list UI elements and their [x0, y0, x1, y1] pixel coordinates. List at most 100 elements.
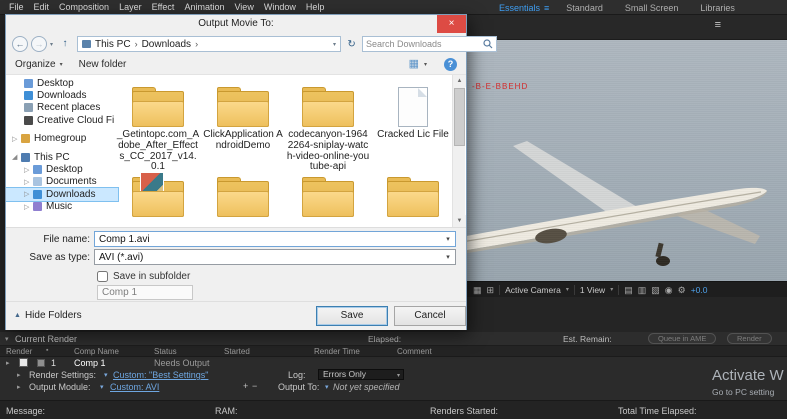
file-name-input[interactable] — [95, 233, 441, 245]
expand-triangle-icon[interactable]: ▸ — [17, 371, 21, 379]
workspace-menu-icon[interactable]: ≡ — [544, 3, 555, 13]
column-started[interactable]: Started — [224, 347, 250, 356]
tree-item-creative-cloud[interactable]: Creative Cloud Fi — [6, 114, 118, 126]
breadcrumb-chevron-icon[interactable]: › — [195, 39, 198, 49]
tree-item-desktop-pc[interactable]: ▷ Desktop — [6, 163, 118, 175]
fast-preview-icon[interactable]: ▥ — [638, 285, 647, 295]
output-to-link[interactable]: Not yet specified — [333, 382, 400, 392]
menu-effect[interactable]: Effect — [147, 2, 180, 12]
save-as-type-dropdown[interactable]: AVI (*.avi) ▾ — [94, 249, 456, 265]
tree-item-homegroup[interactable]: ▷ Homegroup — [6, 133, 118, 145]
file-item-cracked-lic[interactable]: Cracked Lic File — [371, 81, 455, 141]
chevron-down-icon[interactable]: ▾ — [424, 61, 427, 68]
tree-item-this-pc[interactable]: ◢ This PC — [6, 151, 118, 163]
search-input[interactable] — [366, 39, 484, 49]
hide-folders-button[interactable]: ▲ Hide Folders — [14, 310, 82, 321]
chevron-down-icon[interactable]: ▾ — [104, 371, 108, 379]
file-item-codecanyon[interactable]: codecanyon-19642264-sniplay-watch-video-… — [286, 81, 370, 173]
render-item-checkbox[interactable] — [19, 358, 28, 367]
queue-in-ame-button[interactable]: Queue in AME — [648, 333, 717, 344]
save-button[interactable]: Save — [316, 306, 388, 326]
scroll-up-icon[interactable]: ▲ — [453, 75, 466, 87]
workspace-tab-standard[interactable]: Standard — [555, 3, 614, 13]
column-status[interactable]: Status — [154, 347, 177, 356]
save-in-subfolder-checkbox[interactable] — [97, 271, 108, 282]
collapse-chevron-icon[interactable]: ◢ — [12, 153, 21, 161]
log-dropdown[interactable]: Errors Only ▾ — [318, 369, 404, 380]
tree-item-music[interactable]: ▷ Music — [6, 201, 118, 213]
transparency-grid-icon[interactable]: ▦ — [473, 285, 482, 295]
item-comp-name[interactable]: Comp 1 — [74, 358, 106, 368]
add-output-module-button[interactable]: + — [243, 381, 248, 391]
menu-view[interactable]: View — [229, 2, 258, 12]
column-render[interactable]: Render — [6, 347, 32, 356]
forward-button[interactable]: → — [31, 36, 47, 52]
menu-help[interactable]: Help — [301, 2, 330, 12]
close-icon[interactable]: × — [437, 15, 466, 33]
chevron-down-icon[interactable]: ▾ — [60, 61, 63, 68]
column-comp-name[interactable]: Comp Name — [74, 347, 119, 356]
expand-chevron-icon[interactable]: ▷ — [12, 135, 21, 143]
workspace-tab-essentials[interactable]: Essentials — [488, 3, 544, 13]
tree-item-downloads[interactable]: ▷ Downloads — [6, 187, 119, 202]
dialog-title-bar[interactable]: Output Movie To: × — [6, 15, 466, 33]
comp-label-swatch[interactable] — [37, 359, 45, 367]
expand-chevron-icon[interactable]: ▷ — [24, 190, 33, 198]
back-button[interactable]: ← — [12, 36, 28, 52]
file-item-getintopc[interactable]: _Getintopc.com_Adobe_After_Effects_CC_20… — [116, 81, 200, 173]
menu-animation[interactable]: Animation — [179, 2, 229, 12]
pixel-aspect-icon[interactable]: ▤ — [624, 285, 633, 295]
scrollbar-thumb[interactable] — [454, 88, 465, 146]
expand-triangle-icon[interactable]: ▸ — [17, 383, 21, 391]
tree-item-downloads-fav[interactable]: Downloads — [6, 89, 118, 101]
remove-output-module-button[interactable]: − — [252, 381, 257, 391]
expand-triangle-icon[interactable]: ▸ — [6, 359, 10, 367]
output-module-link[interactable]: Custom: AVI — [110, 382, 159, 392]
view-layout-selector[interactable]: 1 View — [580, 285, 605, 295]
chevron-down-icon[interactable]: ▾ — [100, 383, 104, 391]
exposure-value[interactable]: +0.0 — [691, 285, 708, 295]
tree-item-documents[interactable]: ▷ Documents — [6, 176, 118, 188]
tree-item-desktop[interactable]: Desktop — [6, 77, 118, 89]
breadcrumb[interactable]: This PC › Downloads › ▾ — [77, 36, 342, 52]
panel-menu-icon[interactable]: ≡ — [715, 20, 721, 31]
file-item-folder[interactable] — [286, 171, 370, 217]
up-one-level-button[interactable]: ↑ — [56, 36, 74, 52]
chevron-down-icon[interactable]: ▾ — [325, 383, 329, 391]
camera-view-selector[interactable]: Active Camera — [505, 285, 561, 295]
organize-button[interactable]: Organize — [15, 59, 56, 70]
menu-file[interactable]: File — [4, 2, 29, 12]
subfolder-name-input[interactable] — [97, 285, 193, 300]
file-list-scrollbar[interactable]: ▲ ▼ — [452, 75, 466, 227]
address-dropdown-icon[interactable]: ▾ — [333, 41, 336, 48]
exposure-gear-icon[interactable]: ⚙ — [678, 285, 686, 295]
refresh-icon[interactable]: ↻ — [344, 39, 359, 50]
breadcrumb-chevron-icon[interactable]: › — [135, 39, 138, 49]
menu-edit[interactable]: Edit — [29, 2, 55, 12]
render-settings-link[interactable]: Custom: "Best Settings" — [113, 370, 208, 380]
chevron-down-icon[interactable]: ▾ — [441, 235, 455, 243]
file-item-folder[interactable] — [116, 171, 200, 217]
workspace-tab-libraries[interactable]: Libraries — [689, 3, 746, 13]
tree-item-recent-places[interactable]: Recent places — [6, 102, 118, 114]
region-of-interest-icon[interactable]: ⊞ — [487, 285, 495, 295]
history-chevron-icon[interactable]: ▾ — [50, 41, 53, 48]
change-view-icon[interactable]: ▦ — [409, 59, 419, 70]
timeline-icon[interactable]: ▧ — [651, 285, 660, 295]
column-comment[interactable]: Comment — [397, 347, 432, 356]
file-item-clickapplication[interactable]: ClickApplication AndroidDemo — [201, 81, 285, 152]
collapse-triangle-icon[interactable]: ▾ — [5, 335, 9, 343]
flowchart-icon[interactable]: ◉ — [665, 285, 673, 295]
workspace-tab-small-screen[interactable]: Small Screen — [614, 3, 690, 13]
help-icon[interactable]: ? — [444, 58, 457, 71]
expand-chevron-icon[interactable]: ▷ — [24, 203, 33, 211]
breadcrumb-root[interactable]: This PC — [95, 39, 131, 50]
scroll-down-icon[interactable]: ▼ — [453, 215, 466, 227]
search-icon[interactable] — [483, 39, 493, 49]
menu-window[interactable]: Window — [259, 2, 301, 12]
menu-layer[interactable]: Layer — [114, 2, 147, 12]
file-item-folder[interactable] — [371, 171, 455, 217]
column-render-time[interactable]: Render Time — [314, 347, 360, 356]
expand-chevron-icon[interactable]: ▷ — [24, 178, 33, 186]
new-folder-button[interactable]: New folder — [79, 59, 127, 70]
